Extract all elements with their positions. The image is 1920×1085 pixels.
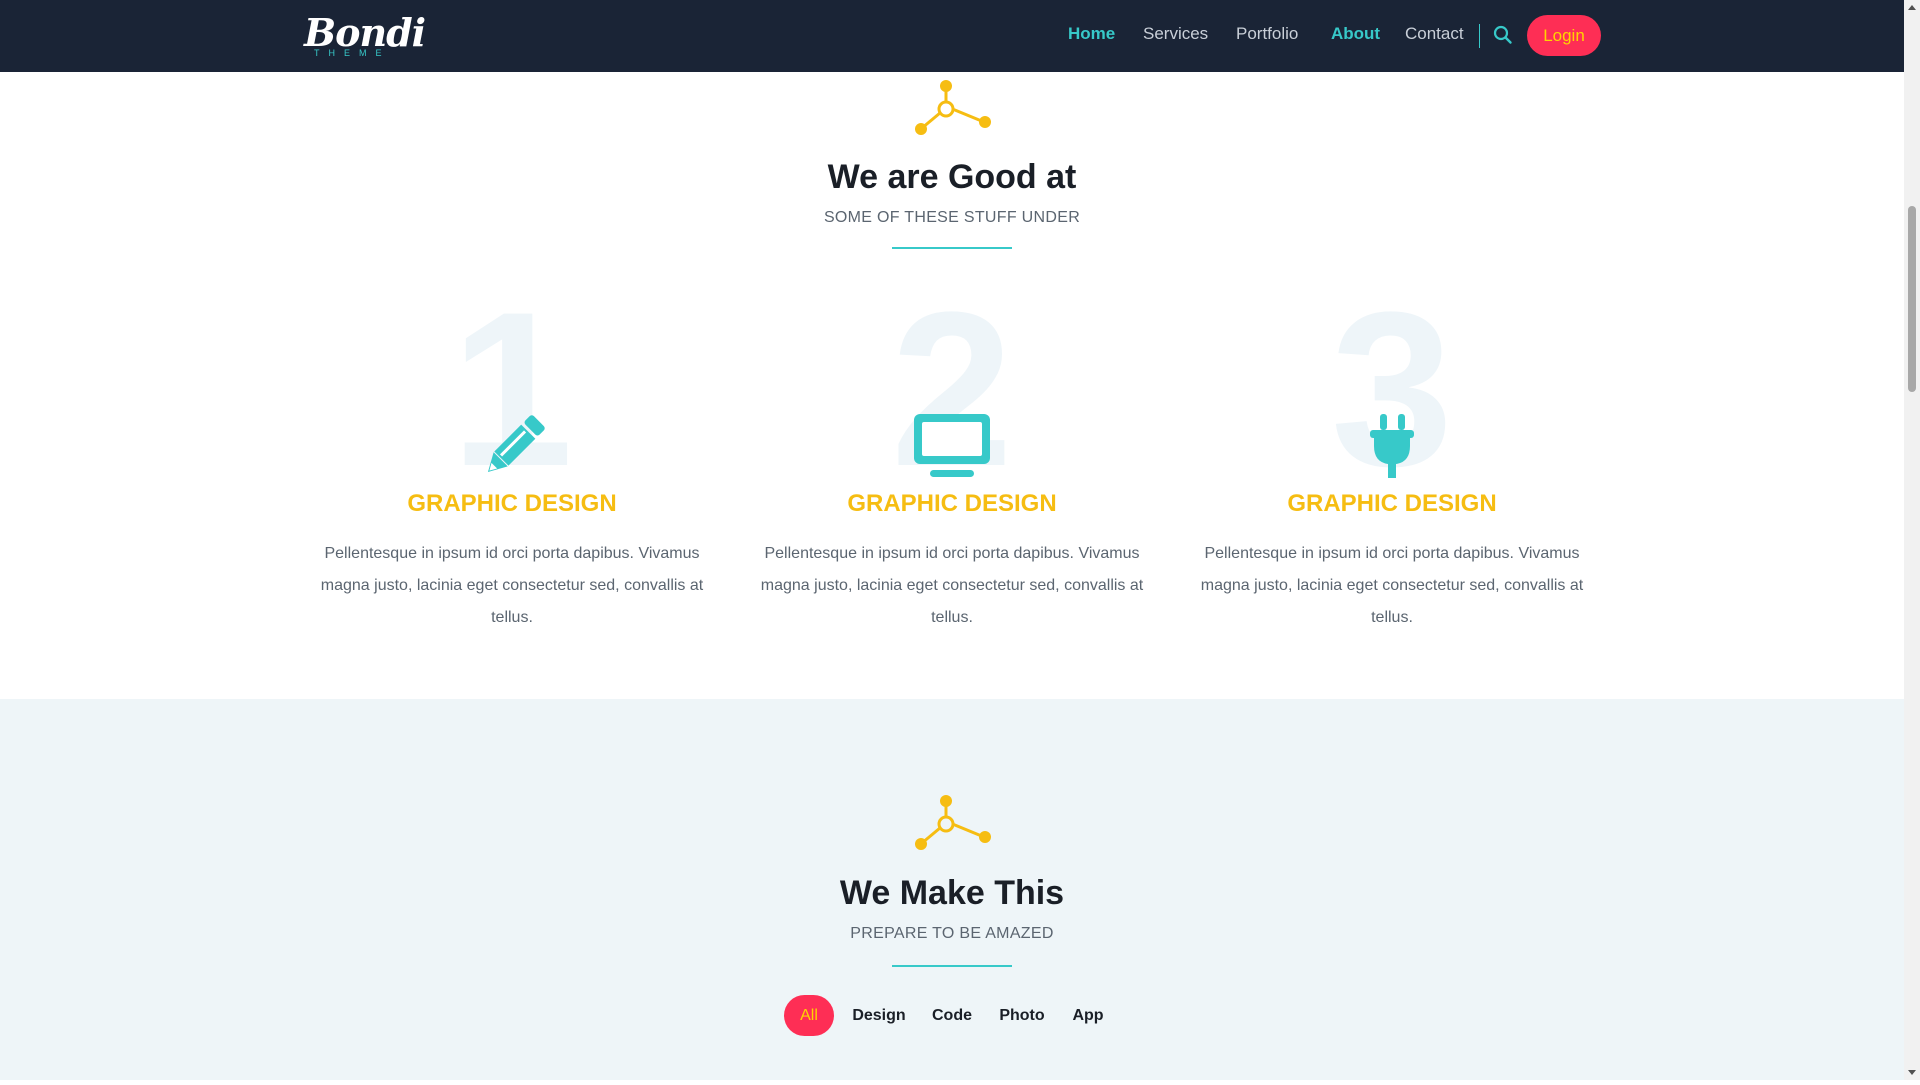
filter-code[interactable]: Code [929,995,975,1036]
pencil-icon [472,412,552,482]
section-title: We Make This [839,874,1065,912]
section-subtitle: PREPARE TO BE AMAZED [850,925,1054,942]
section-title: We are Good at [827,158,1077,196]
section-divider [892,965,1012,967]
nav-item-contact[interactable]: Contact [1405,24,1464,44]
feature-title: GRAPHIC DESIGN [407,490,617,517]
section-subtitle: SOME OF THESE STUFF UNDER [823,209,1081,226]
page: Bondi THEME Home Services Portfolio Abou… [0,0,1904,1080]
navbar: Bondi THEME Home Services Portfolio Abou… [0,0,1904,72]
scroll-down-arrow-icon[interactable] [1904,1064,1920,1080]
scrollbar-thumb[interactable] [1908,206,1916,392]
nav-item-about[interactable]: About [1331,24,1380,44]
feature-text: Pellentesque in ipsum id orci porta dapi… [1200,545,1584,626]
filter-design[interactable]: Design [849,995,909,1036]
portfolio-filters: All Design Code Photo App [783,995,1123,1036]
molecule-icon [912,793,992,853]
section-divider [892,247,1012,249]
login-button[interactable]: Login [1527,15,1601,56]
main-nav: Home Services Portfolio About Contact Lo… [0,0,1904,72]
filter-all[interactable]: All [784,995,834,1036]
scroll-up-arrow-icon[interactable] [1904,0,1920,16]
services-section: We are Good at SOME OF THESE STUFF UNDER… [0,72,1904,699]
feature-card: 1 GRAPHIC DESIGN Pellentesque in ipsum i… [312,279,712,654]
search-icon[interactable] [1493,24,1513,46]
nav-item-home[interactable]: Home [1068,24,1115,44]
filter-photo[interactable]: Photo [996,995,1048,1036]
plug-icon [1352,412,1432,482]
nav-divider [1479,24,1480,48]
feature-text: Pellentesque in ipsum id orci porta dapi… [760,545,1144,626]
nav-item-services[interactable]: Services [1143,24,1208,44]
feature-card: 2 GRAPHIC DESIGN Pellentesque in ipsum i… [752,279,1152,654]
filter-app[interactable]: App [1068,995,1108,1036]
feature-card: 3 GRAPHIC DESIGN Pellentesque in ipsum i… [1192,279,1592,654]
nav-item-portfolio[interactable]: Portfolio [1236,24,1298,44]
feature-title: GRAPHIC DESIGN [1287,490,1497,517]
feature-text: Pellentesque in ipsum id orci porta dapi… [320,545,704,626]
page-scrollbar[interactable] [1904,0,1920,1080]
monitor-icon [912,412,992,482]
portfolio-section: We Make This PREPARE TO BE AMAZED All De… [0,699,1904,1080]
feature-title: GRAPHIC DESIGN [847,490,1057,517]
molecule-icon [912,78,992,138]
